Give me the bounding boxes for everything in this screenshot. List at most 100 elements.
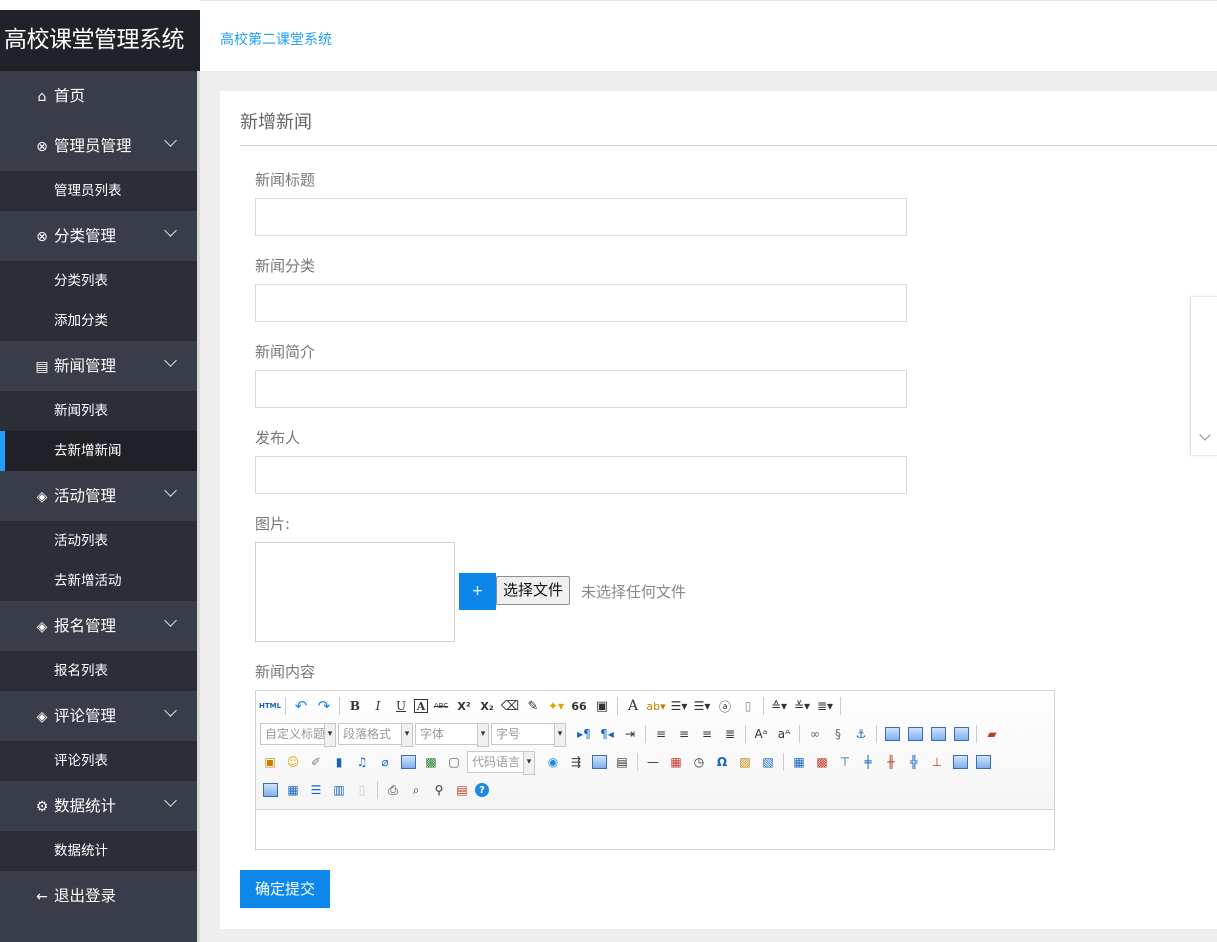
row-spacing-top-icon[interactable]: ≙▾ — [769, 696, 789, 716]
editor-content-area[interactable] — [256, 811, 1054, 849]
image-none-icon[interactable] — [882, 724, 902, 744]
sidebar-subitem-add-category[interactable]: 添加分类 — [0, 301, 197, 341]
justify-center-icon[interactable]: ≡ — [674, 724, 694, 744]
row-spacing-bottom-icon[interactable]: ≚▾ — [792, 696, 812, 716]
select-all-icon[interactable]: ⓐ — [715, 696, 735, 716]
sidebar-subitem-add-news[interactable]: 去新增新闻 — [0, 431, 197, 471]
edit-tip-icon[interactable]: ▧ — [758, 752, 778, 772]
unordered-list-icon[interactable]: ☰▾ — [692, 696, 712, 716]
link-icon[interactable]: ∞ — [805, 724, 825, 744]
clear-document-icon[interactable]: ▯ — [738, 696, 758, 716]
subscript-icon[interactable]: X₂ — [477, 696, 497, 716]
font-border-icon[interactable]: A — [414, 699, 428, 713]
redo-icon[interactable]: ↷ — [314, 696, 334, 716]
font-size-select[interactable]: 字号 — [491, 723, 566, 747]
choose-file-button[interactable]: 选择文件 — [496, 576, 571, 605]
map-icon[interactable] — [398, 752, 418, 772]
sidebar-subitem-comment-list[interactable]: 评论列表 — [0, 741, 197, 781]
italic-icon[interactable]: I — [368, 696, 388, 716]
sidebar-item-home[interactable]: ⌂ 首页 — [0, 71, 197, 121]
sidebar-subitem-add-activity[interactable]: 去新增活动 — [0, 561, 197, 601]
merge-down-icon[interactable] — [260, 780, 280, 800]
preview-icon[interactable]: ⌕ — [406, 780, 426, 800]
delete-table-icon[interactable]: ▩ — [812, 752, 832, 772]
sidebar-subitem-activity-list[interactable]: 活动列表 — [0, 521, 197, 561]
sidebar-subitem-category-list[interactable]: 分类列表 — [0, 261, 197, 301]
sidebar-subitem-signup-list[interactable]: 报名列表 — [0, 651, 197, 691]
image-right-icon[interactable] — [928, 724, 948, 744]
sidebar-item-category-management[interactable]: ⊗ 分类管理 — [0, 211, 197, 261]
insert-row-icon[interactable]: ╪ — [858, 752, 878, 772]
sidebar-subitem-admin-list[interactable]: 管理员列表 — [0, 171, 197, 211]
sidebar-item-statistics[interactable]: ⚙ 数据统计 — [0, 781, 197, 831]
insert-col-icon[interactable]: ╬ — [904, 752, 924, 772]
background-icon[interactable] — [589, 752, 609, 772]
delete-row-icon[interactable]: ╫ — [881, 752, 901, 772]
line-height-icon[interactable]: ≣▾ — [815, 696, 835, 716]
breadcrumb[interactable]: 高校第二课堂系统 — [220, 29, 332, 49]
split-to-rows-icon[interactable]: ☰ — [306, 780, 326, 800]
insert-frame-icon[interactable]: ▢ — [444, 752, 464, 772]
insert-image-icon[interactable]: ▣ — [260, 752, 280, 772]
split-to-cells-icon[interactable]: ▦ — [283, 780, 303, 800]
gmap-icon[interactable]: ▩ — [421, 752, 441, 772]
attachment-icon[interactable]: ⌀ — [375, 752, 395, 772]
to-uppercase-icon[interactable]: Aᵃ — [751, 724, 771, 744]
sidebar-item-news-management[interactable]: ▤ 新闻管理 — [0, 341, 197, 391]
publisher-input[interactable] — [255, 456, 907, 494]
to-lowercase-icon[interactable]: aᴬ — [774, 724, 794, 744]
unlink-icon[interactable]: § — [828, 724, 848, 744]
news-summary-input[interactable] — [255, 370, 907, 408]
merge-right-icon[interactable] — [973, 752, 993, 772]
drafts-icon[interactable]: ▤ — [452, 780, 472, 800]
html-source-icon[interactable]: HTML — [259, 696, 281, 716]
code-language-select[interactable]: 代码语言 — [467, 751, 535, 775]
custom-title-select[interactable]: 自定义标题 — [260, 723, 336, 747]
print-icon[interactable]: ⎙ — [383, 780, 403, 800]
undo-icon[interactable]: ↶ — [291, 696, 311, 716]
blockquote-icon[interactable]: 66 — [569, 696, 589, 716]
special-chars-icon[interactable]: Ω — [712, 752, 732, 772]
superscript-icon[interactable]: X² — [454, 696, 474, 716]
submit-button[interactable]: 确定提交 — [240, 870, 330, 908]
ordered-list-icon[interactable]: ☰▾ — [669, 696, 689, 716]
indent-icon[interactable]: ⇥ — [620, 724, 640, 744]
strikethrough-icon[interactable]: ABC — [431, 696, 451, 716]
sidebar-subitem-news-list[interactable]: 新闻列表 — [0, 391, 197, 431]
simple-upload-icon[interactable]: ▰ — [982, 724, 1002, 744]
insert-paragraph-before-table-icon[interactable]: ⊤ — [835, 752, 855, 772]
news-title-input[interactable] — [255, 198, 907, 236]
background-color-icon[interactable]: ab▾ — [646, 696, 666, 716]
date-icon[interactable]: ▦ — [666, 752, 686, 772]
justify-right-icon[interactable]: ≡ — [697, 724, 717, 744]
horizontal-rule-icon[interactable]: — — [643, 752, 663, 772]
sidebar-item-logout[interactable]: ← 退出登录 — [0, 871, 197, 921]
page-break-icon[interactable]: ⇶ — [566, 752, 586, 772]
help-icon[interactable]: ? — [475, 783, 489, 797]
time-icon[interactable]: ◷ — [689, 752, 709, 772]
rtl-icon[interactable]: ¶◂ — [597, 724, 617, 744]
search-replace-icon[interactable]: ⚲ — [429, 780, 449, 800]
floating-side-panel[interactable] — [1190, 296, 1217, 456]
emotion-icon[interactable]: ☺ — [283, 752, 303, 772]
music-icon[interactable]: ♫ — [352, 752, 372, 772]
sidebar-item-signup-management[interactable]: ◈ 报名管理 — [0, 601, 197, 651]
webapp-icon[interactable]: ◉ — [543, 752, 563, 772]
add-image-button[interactable]: + — [459, 573, 496, 610]
news-category-input[interactable] — [255, 284, 907, 322]
justify-full-icon[interactable]: ≣ — [720, 724, 740, 744]
scrawl-icon[interactable]: ✐ — [306, 752, 326, 772]
font-family-select[interactable]: 字体 — [415, 723, 489, 747]
split-to-cols-icon[interactable]: ▥ — [329, 780, 349, 800]
template-icon[interactable]: ▤ — [612, 752, 632, 772]
eraser-icon[interactable]: ⌫ — [500, 696, 520, 716]
font-color-icon[interactable]: A — [623, 696, 643, 716]
sidebar-item-comment-management[interactable]: ◈ 评论管理 — [0, 691, 197, 741]
auto-format-icon[interactable]: ✦▾ — [546, 696, 566, 716]
chart-icon[interactable]: ▯ — [352, 780, 372, 800]
insert-video-icon[interactable]: ▮ — [329, 752, 349, 772]
paragraph-format-select[interactable]: 段落格式 — [338, 723, 413, 747]
image-center-icon[interactable] — [951, 724, 971, 744]
image-left-icon[interactable] — [905, 724, 925, 744]
bold-icon[interactable]: B — [345, 696, 365, 716]
